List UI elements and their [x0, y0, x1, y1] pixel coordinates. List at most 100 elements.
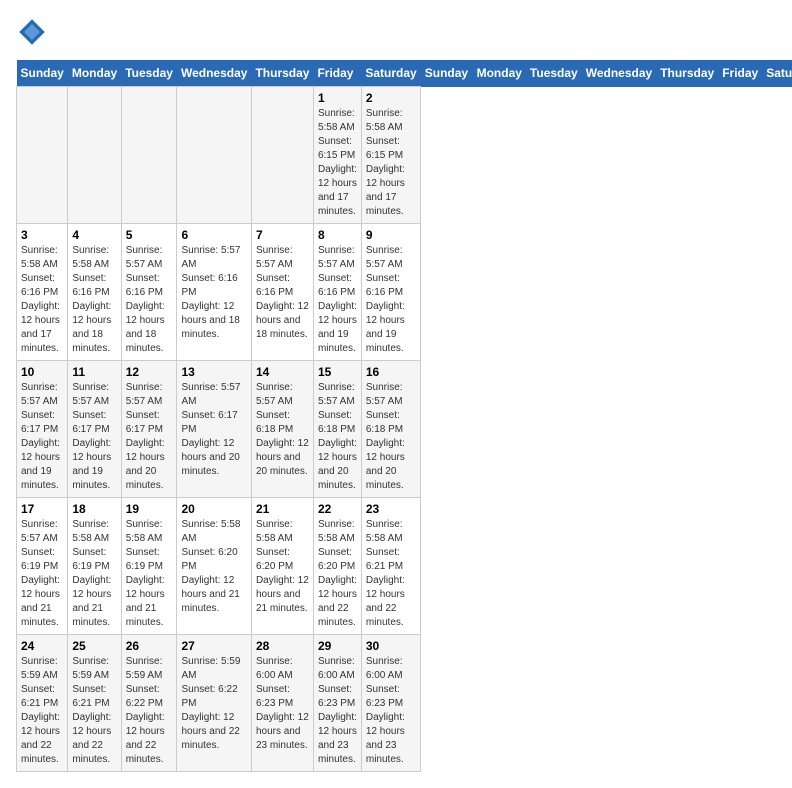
calendar-cell: 16 Sunrise: 5:57 AM Sunset: 6:18 PM Dayli… [361, 361, 420, 498]
day-info: Sunrise: 5:59 AM Sunset: 6:22 PM Dayligh… [126, 656, 165, 765]
day-of-week-header: Thursday [251, 60, 313, 87]
day-info: Sunrise: 6:00 AM Sunset: 6:23 PM Dayligh… [318, 656, 357, 765]
weekday-header: Friday [718, 60, 762, 87]
calendar-cell: 12 Sunrise: 5:57 AM Sunset: 6:17 PM Dayli… [121, 361, 177, 498]
day-number: 27 [181, 639, 246, 653]
calendar-cell: 1 Sunrise: 5:58 AM Sunset: 6:15 PM Daylig… [313, 87, 361, 224]
day-info: Sunrise: 5:59 AM Sunset: 6:21 PM Dayligh… [21, 656, 60, 765]
calendar-cell: 20 Sunrise: 5:58 AM Sunset: 6:20 PM Dayli… [177, 498, 251, 635]
day-info: Sunrise: 5:59 AM Sunset: 6:21 PM Dayligh… [72, 656, 111, 765]
day-of-week-header: Wednesday [177, 60, 251, 87]
day-info: Sunrise: 5:58 AM Sunset: 6:15 PM Dayligh… [318, 108, 357, 217]
day-number: 11 [72, 365, 116, 379]
day-number: 24 [21, 639, 63, 653]
day-info: Sunrise: 6:00 AM Sunset: 6:23 PM Dayligh… [366, 656, 405, 765]
day-number: 29 [318, 639, 357, 653]
day-info: Sunrise: 5:58 AM Sunset: 6:16 PM Dayligh… [72, 245, 111, 354]
calendar-cell [17, 87, 68, 224]
calendar-cell: 23Sunrise: 5:58 AM Sunset: 6:21 PM Dayli… [361, 498, 420, 635]
day-number: 17 [21, 502, 63, 516]
calendar-cell: 7 Sunrise: 5:57 AM Sunset: 6:16 PM Daylig… [251, 224, 313, 361]
day-info: Sunrise: 6:00 AM Sunset: 6:23 PM Dayligh… [256, 656, 309, 751]
calendar-cell: 9 Sunrise: 5:57 AM Sunset: 6:16 PM Daylig… [361, 224, 420, 361]
calendar-cell: 21 Sunrise: 5:58 AM Sunset: 6:20 PM Dayli… [251, 498, 313, 635]
day-info: Sunrise: 5:57 AM Sunset: 6:16 PM Dayligh… [126, 245, 165, 354]
day-number: 14 [256, 365, 309, 379]
day-number: 18 [72, 502, 116, 516]
day-number: 5 [126, 228, 173, 242]
day-number: 20 [181, 502, 246, 516]
day-number: 25 [72, 639, 116, 653]
calendar-cell [251, 87, 313, 224]
day-info: Sunrise: 5:57 AM Sunset: 6:18 PM Dayligh… [366, 382, 405, 491]
day-number: 30 [366, 639, 416, 653]
day-number: 21 [256, 502, 309, 516]
weekday-header: Monday [473, 60, 526, 87]
calendar-week-row: 1 Sunrise: 5:58 AM Sunset: 6:15 PM Daylig… [17, 87, 792, 224]
weekday-header: Tuesday [526, 60, 582, 87]
day-info: Sunrise: 5:57 AM Sunset: 6:16 PM Dayligh… [181, 245, 240, 340]
calendar-cell: 8 Sunrise: 5:57 AM Sunset: 6:16 PM Daylig… [313, 224, 361, 361]
day-of-week-header: Friday [313, 60, 361, 87]
weekday-header: Thursday [656, 60, 718, 87]
day-of-week-header: Monday [68, 60, 121, 87]
calendar-header-row: SundayMondayTuesdayWednesdayThursdayFrid… [17, 60, 792, 87]
day-number: 6 [181, 228, 246, 242]
day-info: Sunrise: 5:57 AM Sunset: 6:16 PM Dayligh… [256, 245, 309, 340]
day-number: 28 [256, 639, 309, 653]
calendar-cell: 27 Sunrise: 5:59 AM Sunset: 6:22 PM Dayli… [177, 635, 251, 772]
calendar-cell: 11 Sunrise: 5:57 AM Sunset: 6:17 PM Dayli… [68, 361, 121, 498]
day-number: 12 [126, 365, 173, 379]
day-info: Sunrise: 5:57 AM Sunset: 6:17 PM Dayligh… [181, 382, 240, 477]
calendar-cell: 30 Sunrise: 6:00 AM Sunset: 6:23 PM Dayli… [361, 635, 420, 772]
calendar-week-row: 10 Sunrise: 5:57 AM Sunset: 6:17 PM Dayli… [17, 361, 792, 498]
calendar-cell: 17Sunrise: 5:57 AM Sunset: 6:19 PM Dayli… [17, 498, 68, 635]
logo [16, 16, 52, 48]
day-number: 23 [366, 502, 416, 516]
calendar-week-row: 3 Sunrise: 5:58 AM Sunset: 6:16 PM Daylig… [17, 224, 792, 361]
day-info: Sunrise: 5:57 AM Sunset: 6:16 PM Dayligh… [318, 245, 357, 354]
calendar-cell: 6 Sunrise: 5:57 AM Sunset: 6:16 PM Daylig… [177, 224, 251, 361]
day-info: Sunrise: 5:57 AM Sunset: 6:17 PM Dayligh… [72, 382, 111, 491]
calendar-cell: 18Sunrise: 5:58 AM Sunset: 6:19 PM Dayli… [68, 498, 121, 635]
day-number: 2 [366, 91, 416, 105]
day-info: Sunrise: 5:57 AM Sunset: 6:16 PM Dayligh… [366, 245, 405, 354]
day-number: 15 [318, 365, 357, 379]
day-number: 4 [72, 228, 116, 242]
day-of-week-header: Tuesday [121, 60, 177, 87]
calendar-cell [121, 87, 177, 224]
day-number: 8 [318, 228, 357, 242]
day-number: 3 [21, 228, 63, 242]
weekday-header: Saturday [762, 60, 792, 87]
calendar-cell: 22Sunrise: 5:58 AM Sunset: 6:20 PM Dayli… [313, 498, 361, 635]
weekday-header: Wednesday [582, 60, 656, 87]
day-number: 1 [318, 91, 357, 105]
day-info: Sunrise: 5:58 AM Sunset: 6:20 PM Dayligh… [256, 519, 309, 614]
day-info: Sunrise: 5:57 AM Sunset: 6:17 PM Dayligh… [126, 382, 165, 491]
day-info: Sunrise: 5:57 AM Sunset: 6:17 PM Dayligh… [21, 382, 60, 491]
day-number: 22 [318, 502, 357, 516]
calendar-cell: 15 Sunrise: 5:57 AM Sunset: 6:18 PM Dayli… [313, 361, 361, 498]
day-number: 7 [256, 228, 309, 242]
calendar-cell: 13 Sunrise: 5:57 AM Sunset: 6:17 PM Dayli… [177, 361, 251, 498]
day-of-week-header: Saturday [361, 60, 420, 87]
calendar-cell: 26Sunrise: 5:59 AM Sunset: 6:22 PM Dayli… [121, 635, 177, 772]
calendar-cell: 14Sunrise: 5:57 AM Sunset: 6:18 PM Dayli… [251, 361, 313, 498]
calendar-table: SundayMondayTuesdayWednesdayThursdayFrid… [16, 60, 792, 772]
calendar-cell: 4 Sunrise: 5:58 AM Sunset: 6:16 PM Daylig… [68, 224, 121, 361]
calendar-cell: 29 Sunrise: 6:00 AM Sunset: 6:23 PM Dayli… [313, 635, 361, 772]
calendar-cell [177, 87, 251, 224]
calendar-cell [68, 87, 121, 224]
day-number: 9 [366, 228, 416, 242]
day-info: Sunrise: 5:58 AM Sunset: 6:15 PM Dayligh… [366, 108, 405, 217]
day-info: Sunrise: 5:58 AM Sunset: 6:20 PM Dayligh… [181, 519, 240, 614]
calendar-week-row: 24 Sunrise: 5:59 AM Sunset: 6:21 PM Dayli… [17, 635, 792, 772]
day-number: 10 [21, 365, 63, 379]
day-number: 16 [366, 365, 416, 379]
day-info: Sunrise: 5:59 AM Sunset: 6:22 PM Dayligh… [181, 656, 240, 751]
day-info: Sunrise: 5:57 AM Sunset: 6:18 PM Dayligh… [318, 382, 357, 491]
calendar-cell: 24 Sunrise: 5:59 AM Sunset: 6:21 PM Dayli… [17, 635, 68, 772]
calendar-cell: 25 Sunrise: 5:59 AM Sunset: 6:21 PM Dayli… [68, 635, 121, 772]
day-number: 13 [181, 365, 246, 379]
calendar-week-row: 17Sunrise: 5:57 AM Sunset: 6:19 PM Dayli… [17, 498, 792, 635]
